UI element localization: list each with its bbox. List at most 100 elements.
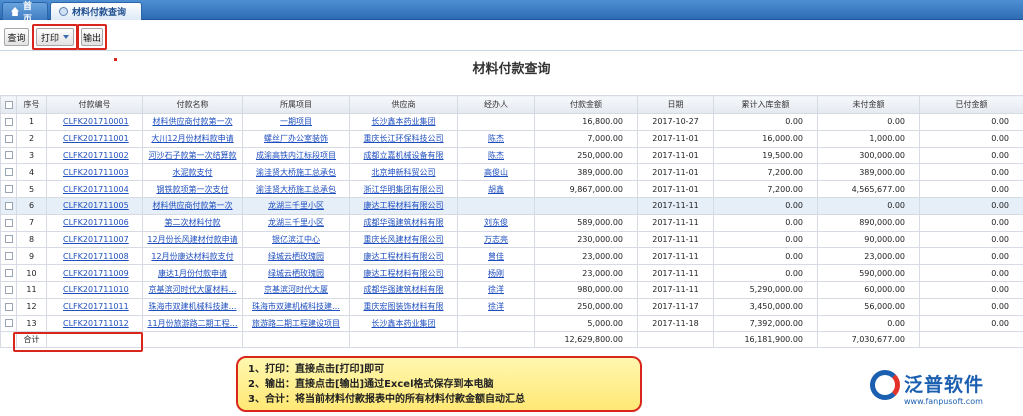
payment-code-link[interactable]: CLFK201711006 <box>46 213 143 232</box>
row-checkbox[interactable] <box>4 151 13 160</box>
payment-name-link[interactable]: 康达1月份付款申请 <box>142 264 243 282</box>
handler-link[interactable]: 陈杰 <box>457 146 535 165</box>
handler-link[interactable]: 高俊山 <box>457 163 535 182</box>
payment-name-link[interactable]: 河沙石子款第一次结算款 <box>142 146 243 165</box>
column-header[interactable]: 供应商 <box>349 95 458 114</box>
row-checkbox[interactable] <box>4 201 13 210</box>
table-row[interactable]: 7 CLFK201711006 第二次材料付款 龙湖三千里小区 成都华强建筑材料有限 刘东… <box>0 213 1023 232</box>
payment-name-link[interactable]: 材料供应商付款第一次 <box>142 113 243 131</box>
table-row[interactable]: 11 CLFK201711010 京基滨河时代大厦材料… 京基滨河时代大厦 成都华强建筑… <box>0 280 1023 299</box>
supplier-link[interactable]: 康达工程材料有限公司 <box>349 196 458 215</box>
payment-name-link[interactable]: 材料供应商付款第一次 <box>142 196 243 215</box>
row-checkbox-cell[interactable] <box>0 180 17 198</box>
supplier-link[interactable]: 浙江华明集团有限公司 <box>349 180 458 198</box>
project-link[interactable]: 龙湖三千里小区 <box>242 213 350 232</box>
supplier-link[interactable]: 成都华强建筑材料有限 <box>349 213 458 232</box>
payment-name-link[interactable]: 京基滨河时代大厦材料… <box>142 280 243 299</box>
row-checkbox[interactable] <box>4 302 13 311</box>
handler-link[interactable]: 胡鑫 <box>457 180 535 198</box>
select-all-checkbox[interactable] <box>4 100 13 109</box>
row-checkbox-cell[interactable] <box>0 213 17 232</box>
row-checkbox-cell[interactable] <box>0 163 17 182</box>
tab-material-payment-query[interactable]: 材料付款查询 <box>50 2 142 20</box>
table-row[interactable]: 13 CLFK201711012 11月份旅游路二期工程… 旅游路二期工程建设项目 长沙… <box>0 314 1023 333</box>
row-checkbox-cell[interactable] <box>0 247 17 266</box>
handler-link[interactable]: 徐洋 <box>457 297 535 316</box>
payment-name-link[interactable]: 第二次材料付款 <box>142 213 243 232</box>
column-header[interactable]: 付款名称 <box>142 95 243 114</box>
handler-link[interactable]: 曾佳 <box>457 247 535 266</box>
supplier-link[interactable]: 重庆宏图装饰材料有限 <box>349 297 458 316</box>
column-header[interactable]: 序号 <box>16 95 47 114</box>
payment-code-link[interactable]: CLFK201711008 <box>46 247 143 266</box>
column-header[interactable]: 日期 <box>637 95 714 114</box>
table-row[interactable]: 3 CLFK201711002 河沙石子款第一次结算款 成渝高铁内江标段项目 成都立嘉机… <box>0 146 1023 165</box>
row-checkbox[interactable] <box>4 285 13 294</box>
row-checkbox-cell[interactable] <box>0 264 17 282</box>
column-header[interactable]: 所属项目 <box>242 95 350 114</box>
handler-link[interactable]: 万志亮 <box>457 230 535 249</box>
supplier-link[interactable]: 重庆长风建材有限公司 <box>349 230 458 249</box>
payment-code-link[interactable]: CLFK201710001 <box>46 113 143 131</box>
payment-code-link[interactable]: CLFK201711005 <box>46 196 143 215</box>
project-link[interactable]: 渝洼贤大桥施工总承包 <box>242 180 350 198</box>
payment-name-link[interactable]: 12月份康达材料款支付 <box>142 247 243 266</box>
column-header[interactable]: 付款编号 <box>46 95 143 114</box>
payment-name-link[interactable]: 11月份旅游路二期工程… <box>142 314 243 333</box>
table-row[interactable]: 6 CLFK201711005 材料供应商付款第一次 龙湖三千里小区 康达工程材料有限公… <box>0 196 1023 215</box>
table-row[interactable]: 10 CLFK201711009 康达1月份付款申请 绿城云栖玫瑰园 康达工程材料有限公… <box>0 264 1023 282</box>
handler-link[interactable] <box>457 196 535 215</box>
payment-code-link[interactable]: CLFK201711001 <box>46 129 143 148</box>
column-header[interactable]: 未付金额 <box>817 95 920 114</box>
row-checkbox-cell[interactable] <box>0 113 17 131</box>
project-link[interactable]: 银亿滨江中心 <box>242 230 350 249</box>
project-link[interactable]: 一期项目 <box>242 113 350 131</box>
handler-link[interactable]: 徐洋 <box>457 280 535 299</box>
supplier-link[interactable]: 重庆长江环保科技公司 <box>349 129 458 148</box>
project-link[interactable]: 螺丝厂办公室装饰 <box>242 129 350 148</box>
project-link[interactable]: 绿城云栖玫瑰园 <box>242 247 350 266</box>
row-checkbox-cell[interactable] <box>0 196 17 215</box>
supplier-link[interactable]: 成都立嘉机械设备有限 <box>349 146 458 165</box>
project-link[interactable]: 珠海市双建机械科技建… <box>242 297 350 316</box>
table-row[interactable]: 8 CLFK201711007 12月份长风建材付款申请 银亿滨江中心 重庆长风建材有限… <box>0 230 1023 249</box>
supplier-link[interactable]: 北京坤新科贸公司 <box>349 163 458 182</box>
handler-link[interactable] <box>457 113 535 131</box>
table-row[interactable]: 2 CLFK201711001 大川12月份材料款申请 螺丝厂办公室装饰 重庆长江环保科… <box>0 129 1023 148</box>
row-checkbox[interactable] <box>4 235 13 244</box>
payment-name-link[interactable]: 钢铁款项第一次支付 <box>142 180 243 198</box>
column-header[interactable]: 经办人 <box>457 95 535 114</box>
payment-code-link[interactable]: CLFK201711003 <box>46 163 143 182</box>
row-checkbox-cell[interactable] <box>0 146 17 165</box>
payment-name-link[interactable]: 珠海市双建机械科技建… <box>142 297 243 316</box>
payment-name-link[interactable]: 12月份长风建材付款申请 <box>142 230 243 249</box>
project-link[interactable]: 绿城云栖玫瑰园 <box>242 264 350 282</box>
payment-code-link[interactable]: CLFK201711009 <box>46 264 143 282</box>
handler-link[interactable] <box>457 314 535 333</box>
row-checkbox[interactable] <box>4 269 13 278</box>
column-header[interactable]: 累计入库金额 <box>713 95 818 114</box>
payment-code-link[interactable]: CLFK201711011 <box>46 297 143 316</box>
row-checkbox[interactable] <box>4 185 13 194</box>
table-row[interactable]: 5 CLFK201711004 钢铁款项第一次支付 渝洼贤大桥施工总承包 浙江华明集团有… <box>0 180 1023 198</box>
supplier-link[interactable]: 成都华强建筑材料有限 <box>349 280 458 299</box>
row-checkbox[interactable] <box>4 319 13 328</box>
row-checkbox-cell[interactable] <box>0 314 17 333</box>
payment-name-link[interactable]: 水泥款支付 <box>142 163 243 182</box>
project-link[interactable]: 渝洼贤大桥施工总承包 <box>242 163 350 182</box>
table-row[interactable]: 12 CLFK201711011 珠海市双建机械科技建… 珠海市双建机械科技建… 重庆宏… <box>0 297 1023 316</box>
project-link[interactable]: 成渝高铁内江标段项目 <box>242 146 350 165</box>
row-checkbox[interactable] <box>4 168 13 177</box>
table-row[interactable]: 1 CLFK201710001 材料供应商付款第一次 一期项目 长沙鑫本药业集团 16,8… <box>0 113 1023 131</box>
query-button[interactable]: 查询 <box>4 28 29 46</box>
column-header[interactable]: 已付金额 <box>919 95 1023 114</box>
handler-link[interactable]: 陈杰 <box>457 129 535 148</box>
handler-link[interactable]: 刘东俊 <box>457 213 535 232</box>
supplier-link[interactable]: 长沙鑫本药业集团 <box>349 113 458 131</box>
row-checkbox[interactable] <box>4 218 13 227</box>
payment-code-link[interactable]: CLFK201711007 <box>46 230 143 249</box>
select-all-header[interactable] <box>0 95 17 114</box>
row-checkbox[interactable] <box>4 252 13 261</box>
table-row[interactable]: 4 CLFK201711003 水泥款支付 渝洼贤大桥施工总承包 北京坤新科贸公司 高俊山… <box>0 163 1023 182</box>
payment-code-link[interactable]: CLFK201711002 <box>46 146 143 165</box>
